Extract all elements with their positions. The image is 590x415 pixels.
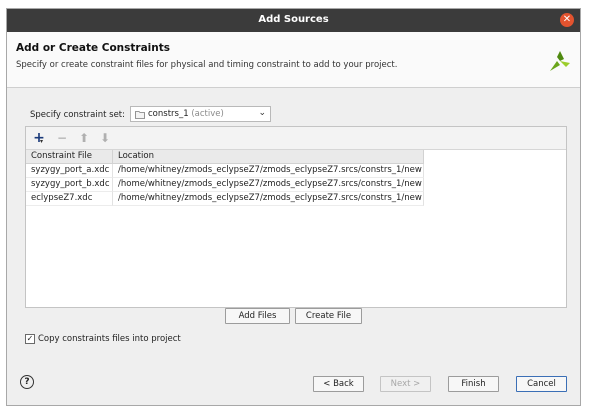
constraint-set-value: constrs_1 (active) (148, 109, 224, 119)
arrow-up-icon[interactable]: ⬆ (76, 130, 92, 146)
dropdown-arrow-icon: ▾ (40, 138, 44, 145)
column-header-location[interactable]: Location (113, 150, 424, 164)
next-button[interactable]: Next > (380, 376, 431, 392)
table-toolbar: + ▾ − ⬆ ⬇ (26, 127, 566, 150)
column-header-constraint-file[interactable]: Constraint File (26, 150, 113, 164)
file-cell: eclypseZ7.xdc (26, 192, 113, 206)
window-title: Add Sources (258, 14, 329, 25)
location-cell: /home/whitney/zmods_eclypseZ7/zmods_ecly… (113, 164, 424, 178)
constraints-table-panel: + ▾ − ⬆ ⬇ Constraint File Location syzyg… (25, 126, 567, 308)
constraint-set-select[interactable]: constrs_1 (active) ⌄ (130, 106, 271, 122)
folder-icon (135, 111, 145, 119)
help-icon[interactable]: ? (20, 375, 34, 389)
page-title: Add or Create Constraints (16, 42, 171, 54)
file-cell: syzygy_port_b.xdc (26, 178, 113, 192)
back-button[interactable]: < Back (313, 376, 364, 392)
location-cell: /home/whitney/zmods_eclypseZ7/zmods_ecly… (113, 192, 424, 206)
copy-constraints-checkbox[interactable]: ✓ (25, 334, 35, 344)
copy-constraints-label: Copy constraints files into project (38, 334, 181, 344)
title-bar: Add Sources ✕ (7, 9, 580, 32)
chevron-down-icon: ⌄ (258, 108, 266, 118)
plus-icon[interactable]: + (31, 130, 47, 146)
wizard-header: Add or Create Constraints Specify or cre… (7, 32, 580, 88)
close-icon[interactable]: ✕ (560, 13, 574, 27)
page-subtitle: Specify or create constraint files for p… (16, 60, 398, 70)
finish-button[interactable]: Finish (448, 376, 499, 392)
location-cell: /home/whitney/zmods_eclypseZ7/zmods_ecly… (113, 178, 424, 192)
add-sources-dialog: Add Sources ✕ Add or Create Constraints … (6, 8, 581, 406)
add-files-button[interactable]: Add Files (225, 308, 290, 324)
create-file-button[interactable]: Create File (295, 308, 362, 324)
file-cell: syzygy_port_a.xdc (26, 164, 113, 178)
arrow-down-icon[interactable]: ⬇ (97, 130, 113, 146)
vivado-logo-icon (550, 51, 570, 71)
minus-icon[interactable]: − (54, 130, 70, 146)
constraint-set-label: Specify constraint set: (30, 110, 125, 120)
cancel-button[interactable]: Cancel (516, 376, 567, 392)
